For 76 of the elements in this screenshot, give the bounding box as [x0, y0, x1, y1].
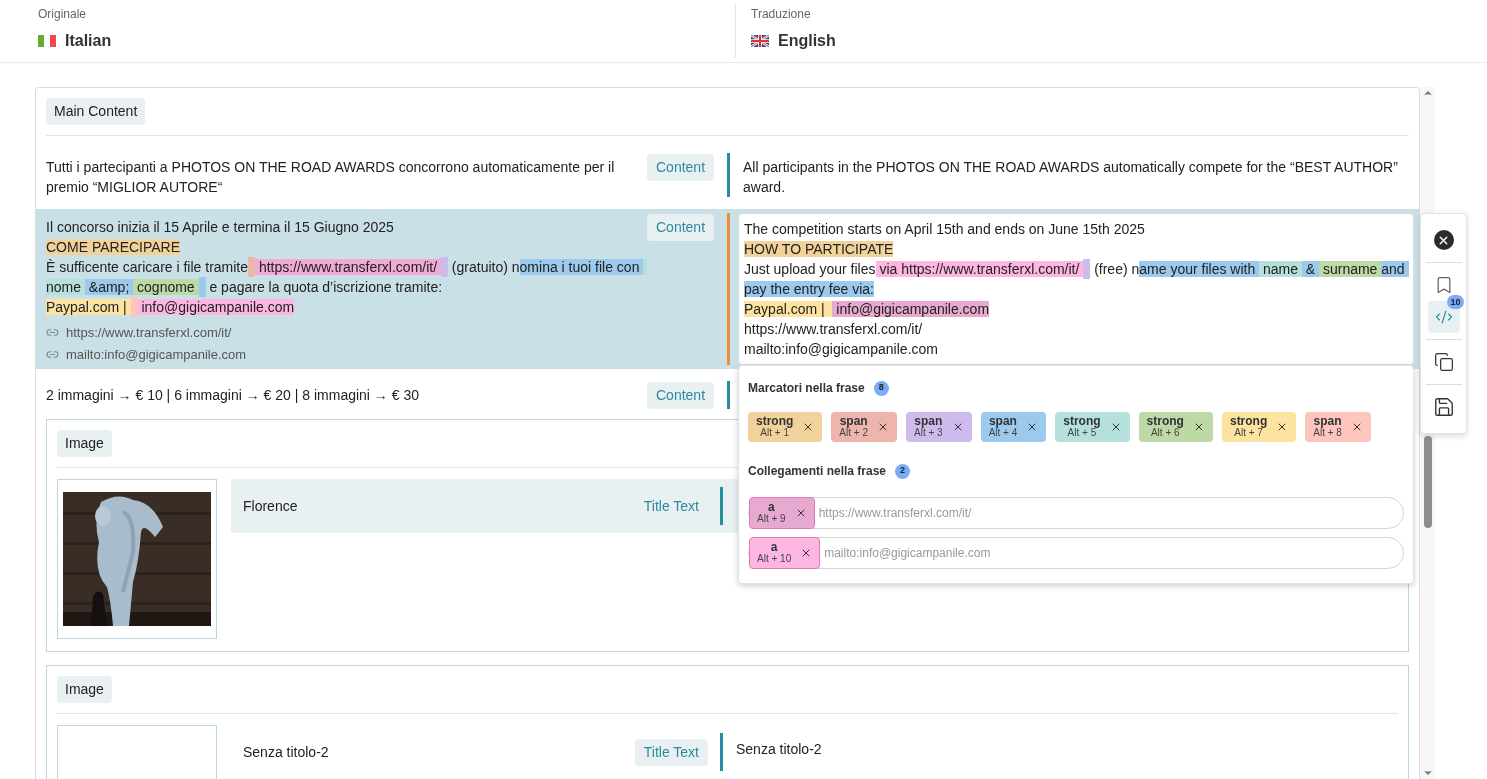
source-text: COME PARECIPARE — [46, 238, 182, 257]
count-badge: 10 — [1447, 295, 1464, 309]
source-text: 2 immagini → € 10 | 6 immagini → € 20 | 8 immagini → € 30 — [46, 386, 420, 405]
marker-tag: a — [770, 541, 778, 553]
type-label: Content — [647, 214, 715, 241]
source-text: Tutti i partecipanti a PHOTOS ON THE ROAD AWARDS concorrono automaticamente per il premio “MIGLIOR AUTORE“ — [46, 158, 616, 197]
marker-tag: span — [914, 415, 943, 427]
marker-shortcut: Alt + 9 — [757, 513, 786, 525]
translation-text: Paypal.com | info@gigicampanile.com — [744, 300, 991, 319]
marker-tag: a — [767, 501, 775, 513]
marker-chip[interactable]: span Alt + 8 — [1305, 412, 1371, 442]
type-label: Title Text — [634, 739, 708, 766]
save-icon — [1432, 396, 1455, 418]
translation-text: HOW TO PARTICIPATE — [744, 240, 895, 259]
marker-chip[interactable]: span Alt + 4 — [980, 412, 1047, 442]
translation-text: All participants in the PHOTOS ON THE ROAD AWARDS automatically compete for the “BEST AUTHOR” award. — [743, 158, 1399, 197]
marker-shortcut: Alt + 8 — [1313, 427, 1342, 439]
marker-shortcut: Alt + 2 — [839, 427, 868, 439]
marker-shortcut: Alt + 5 — [1067, 427, 1097, 439]
copy-icon — [1433, 352, 1454, 372]
link-chip[interactable]: a Alt + 9 — [749, 497, 815, 529]
marker-chip[interactable]: strong Alt + 7 — [1221, 412, 1297, 442]
column-caption: Traduzione — [751, 6, 812, 23]
source-text: Paypal.com | info@gigicampanile.com — [46, 297, 296, 317]
code-icon — [1434, 308, 1453, 326]
source-text: Il concorso inizia il 15 Aprile e termina il 15 Giugno 2025 — [46, 218, 395, 237]
image-title: Senza titolo-2 — [242, 743, 330, 762]
flag-icon — [751, 35, 769, 47]
marker-tag: strong — [1146, 415, 1184, 427]
language-name: Italian — [65, 31, 112, 51]
translation-text: mailto:info@gigicampanile.com — [744, 340, 939, 359]
scroll-thumb[interactable] — [1423, 436, 1432, 528]
marker-shortcut: Alt + 3 — [914, 427, 943, 439]
remove-icon[interactable] — [877, 421, 889, 433]
marker-chip[interactable]: strong Alt + 1 — [748, 412, 823, 442]
image-title: Florence — [242, 497, 299, 516]
marker-chip[interactable]: span Alt + 3 — [906, 412, 972, 442]
type-label: Content — [647, 382, 715, 409]
section-label: Image — [57, 430, 112, 457]
code-button[interactable] — [1427, 301, 1460, 333]
count-badge: 8 — [873, 380, 889, 396]
marker-shortcut: Alt + 6 — [1150, 427, 1180, 439]
marker-tag: span — [988, 415, 1017, 427]
source-text: È sufficente caricare i file tramite https://www.transferxl.com/it/ (gratuito) nomina i tuoi file con nome &amp; cognome e pagare la quota d’iscrizione tramite: — [46, 257, 647, 297]
translation-text: https://www.transferxl.com/it/ — [744, 320, 924, 339]
segment-row[interactable] — [36, 209, 1419, 369]
flag-icon — [38, 35, 56, 47]
translation-text: Senza titolo-2 — [735, 740, 822, 759]
section-label: Image — [57, 676, 112, 703]
marker-chip[interactable]: strong Alt + 5 — [1055, 412, 1130, 442]
marker-shortcut: Alt + 4 — [988, 427, 1018, 439]
type-label: Content — [647, 154, 715, 181]
marker-chip[interactable]: span Alt + 2 — [831, 412, 897, 442]
marker-shortcut: Alt + 1 — [760, 427, 789, 439]
translation-editor[interactable] — [738, 213, 1414, 365]
column-caption: Originale — [38, 6, 88, 23]
source-link: https://www.transferxl.com/it/ — [66, 324, 232, 342]
count-badge: 2 — [895, 463, 911, 479]
panel-heading: Collegamenti nella frase — [748, 463, 887, 480]
marker-tag: span — [1313, 415, 1342, 427]
marker-tag: strong — [756, 415, 794, 427]
section-label: Main Content — [46, 98, 146, 125]
source-link: mailto:info@gigicampanile.com — [66, 345, 247, 364]
link-chip[interactable]: a Alt + 10 — [749, 537, 821, 569]
marker-shortcut: Alt + 10 — [757, 553, 792, 565]
close-icon — [1433, 230, 1454, 250]
marker-shortcut: Alt + 7 — [1234, 427, 1263, 439]
marker-tag: strong — [1063, 415, 1101, 427]
marker-chip[interactable]: strong Alt + 6 — [1138, 412, 1213, 442]
type-label: Title Text — [642, 497, 700, 516]
translation-text: Just upload your files via https://www.transferxl.com/it/ (free) name your files with name & surname and pay the entry fee via: — [744, 259, 1408, 299]
language-name: English — [778, 31, 836, 51]
marker-tag: span — [839, 415, 868, 427]
marker-tag: strong — [1229, 415, 1268, 427]
panel-heading: Marcatori nella frase — [748, 380, 865, 397]
translation-text: The competition starts on April 15th and ends on June 15th 2025 — [744, 220, 1146, 239]
